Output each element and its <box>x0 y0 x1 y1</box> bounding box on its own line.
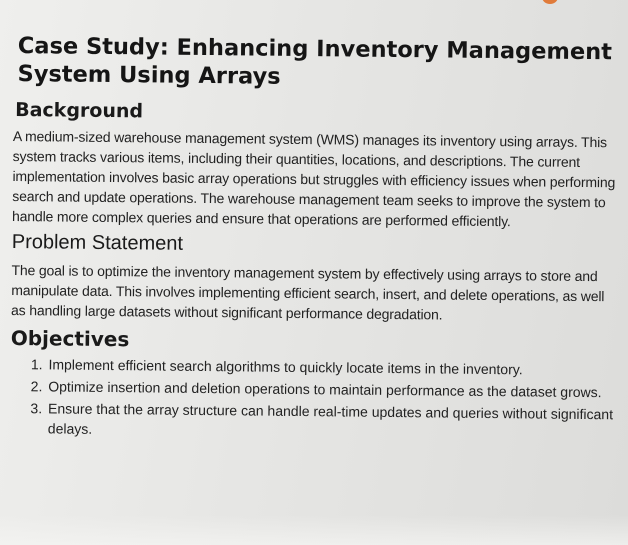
problem-statement-heading: Problem Statement <box>11 230 184 255</box>
objectives-list: Implement efficient search algorithms to… <box>10 354 617 444</box>
document-page: Case Study: Enhancing Inventory Manageme… <box>0 0 628 545</box>
document-content: Case Study: Enhancing Inventory Manageme… <box>10 32 620 446</box>
bottom-fade <box>0 515 628 545</box>
top-edge-badge-icon <box>542 0 558 4</box>
background-heading: Background <box>15 99 144 123</box>
problem-statement-paragraph: The goal is to optimize the inventory ma… <box>11 261 605 323</box>
objective-item-3: Ensure that the array structure can hand… <box>46 398 616 444</box>
document-title: Case Study: Enhancing Inventory Manageme… <box>17 33 613 90</box>
background-paragraph: A medium-sized warehouse management syst… <box>11 127 616 230</box>
objectives-heading: Objectives <box>10 325 130 352</box>
